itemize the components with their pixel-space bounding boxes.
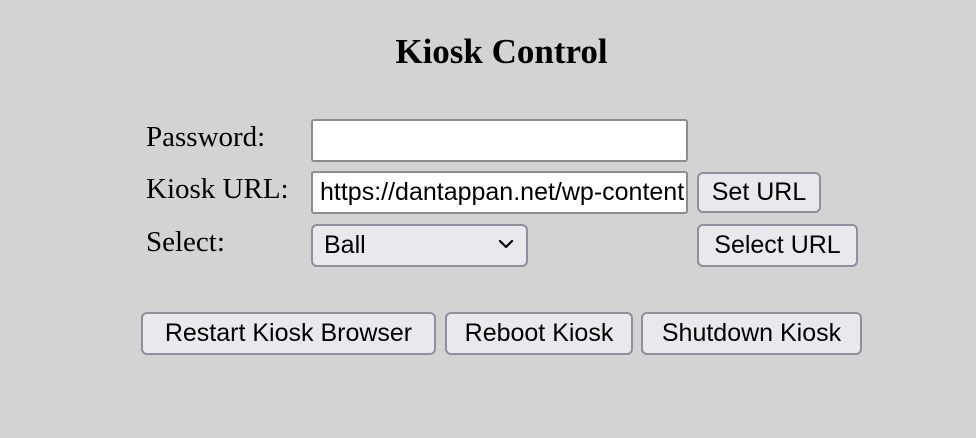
url-select-value: Ball: [324, 231, 366, 259]
kiosk-url-label: Kiosk URL:: [146, 173, 289, 205]
kiosk-url-input[interactable]: https://dantappan.net/wp-content: [311, 171, 688, 214]
select-url-button[interactable]: Select URL: [697, 224, 858, 267]
page-title: Kiosk Control: [395, 32, 608, 71]
kiosk-control-page: Kiosk Control Password: Kiosk URL: https…: [0, 0, 976, 438]
select-label: Select:: [146, 226, 225, 258]
url-select[interactable]: Ball: [311, 224, 528, 267]
password-label: Password:: [146, 121, 266, 153]
password-field[interactable]: [311, 119, 688, 162]
shutdown-kiosk-button[interactable]: Shutdown Kiosk: [641, 312, 862, 355]
chevron-down-icon: [498, 239, 514, 249]
reboot-kiosk-button[interactable]: Reboot Kiosk: [445, 312, 633, 355]
set-url-button[interactable]: Set URL: [697, 172, 821, 213]
restart-kiosk-browser-button[interactable]: Restart Kiosk Browser: [141, 312, 436, 355]
